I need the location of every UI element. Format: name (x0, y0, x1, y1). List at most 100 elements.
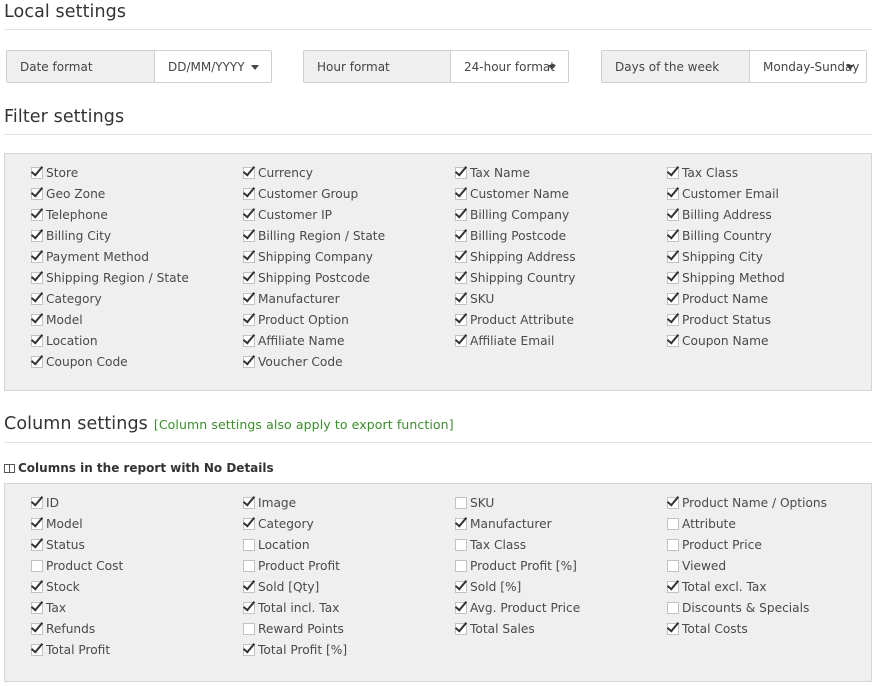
checkbox-checked[interactable] (667, 623, 679, 635)
filter-option[interactable]: Shipping Postcode (243, 271, 370, 285)
filter-option[interactable]: Coupon Name (667, 334, 768, 348)
column-option[interactable]: Sold [Qty] (243, 580, 319, 594)
checkbox-checked[interactable] (243, 314, 255, 326)
checkbox-unchecked[interactable] (667, 539, 679, 551)
checkbox-checked[interactable] (243, 209, 255, 221)
checkbox-unchecked[interactable] (455, 497, 467, 509)
checkbox-checked[interactable] (667, 581, 679, 593)
column-option[interactable]: Model (31, 517, 83, 531)
checkbox-checked[interactable] (31, 518, 43, 530)
checkbox-checked[interactable] (31, 539, 43, 551)
filter-option[interactable]: Model (31, 313, 83, 327)
filter-option[interactable]: Customer Name (455, 187, 569, 201)
checkbox-unchecked[interactable] (243, 539, 255, 551)
column-option[interactable]: Product Profit (243, 559, 340, 573)
filter-option[interactable]: Affiliate Email (455, 334, 554, 348)
column-option[interactable]: Product Price (667, 538, 762, 552)
column-option[interactable]: Total excl. Tax (667, 580, 767, 594)
checkbox-checked[interactable] (31, 272, 43, 284)
checkbox-checked[interactable] (31, 251, 43, 263)
filter-option[interactable]: Telephone (31, 208, 108, 222)
filter-option[interactable]: Geo Zone (31, 187, 105, 201)
filter-option[interactable]: Product Option (243, 313, 349, 327)
filter-option[interactable]: Billing City (31, 229, 111, 243)
filter-option[interactable]: Product Attribute (455, 313, 574, 327)
column-option[interactable]: Stock (31, 580, 80, 594)
column-option[interactable]: Sold [%] (455, 580, 521, 594)
checkbox-checked[interactable] (243, 356, 255, 368)
checkbox-checked[interactable] (455, 335, 467, 347)
filter-option[interactable]: Shipping Region / State (31, 271, 189, 285)
checkbox-unchecked[interactable] (667, 518, 679, 530)
checkbox-checked[interactable] (667, 335, 679, 347)
checkbox-checked[interactable] (243, 272, 255, 284)
checkbox-checked[interactable] (455, 518, 467, 530)
column-option[interactable]: Total incl. Tax (243, 601, 339, 615)
filter-option[interactable]: Payment Method (31, 250, 149, 264)
filter-option[interactable]: Tax Class (667, 166, 738, 180)
checkbox-checked[interactable] (31, 623, 43, 635)
checkbox-checked[interactable] (455, 188, 467, 200)
filter-option[interactable]: Voucher Code (243, 355, 343, 369)
filter-option[interactable]: Billing Region / State (243, 229, 385, 243)
filter-option[interactable]: Coupon Code (31, 355, 128, 369)
column-option[interactable]: SKU (455, 496, 494, 510)
column-option[interactable]: Category (243, 517, 314, 531)
checkbox-checked[interactable] (667, 314, 679, 326)
checkbox-checked[interactable] (31, 314, 43, 326)
column-option[interactable]: Total Profit [%] (243, 643, 347, 657)
column-option[interactable]: Discounts & Specials (667, 601, 809, 615)
column-option[interactable]: Image (243, 496, 296, 510)
checkbox-checked[interactable] (243, 335, 255, 347)
checkbox-checked[interactable] (243, 497, 255, 509)
checkbox-checked[interactable] (667, 188, 679, 200)
checkbox-checked[interactable] (31, 167, 43, 179)
checkbox-checked[interactable] (243, 293, 255, 305)
checkbox-checked[interactable] (31, 644, 43, 656)
checkbox-unchecked[interactable] (243, 623, 255, 635)
checkbox-checked[interactable] (31, 356, 43, 368)
checkbox-checked[interactable] (455, 251, 467, 263)
filter-option[interactable]: SKU (455, 292, 494, 306)
checkbox-unchecked[interactable] (455, 560, 467, 572)
filter-option[interactable]: Affiliate Name (243, 334, 344, 348)
checkbox-unchecked[interactable] (31, 560, 43, 572)
filter-option[interactable]: Shipping Method (667, 271, 785, 285)
checkbox-checked[interactable] (455, 230, 467, 242)
column-option[interactable]: Product Name / Options (667, 496, 827, 510)
column-option[interactable]: Status (31, 538, 85, 552)
checkbox-checked[interactable] (455, 314, 467, 326)
checkbox-checked[interactable] (455, 623, 467, 635)
checkbox-checked[interactable] (667, 209, 679, 221)
filter-option[interactable]: Tax Name (455, 166, 530, 180)
filter-option[interactable]: Manufacturer (243, 292, 340, 306)
filter-option[interactable]: Customer IP (243, 208, 332, 222)
checkbox-checked[interactable] (31, 230, 43, 242)
hour-format-select[interactable]: 24-hour format (451, 51, 568, 82)
filter-option[interactable]: Shipping City (667, 250, 763, 264)
checkbox-checked[interactable] (667, 497, 679, 509)
checkbox-checked[interactable] (455, 167, 467, 179)
checkbox-checked[interactable] (455, 209, 467, 221)
column-option[interactable]: ID (31, 496, 59, 510)
checkbox-checked[interactable] (31, 497, 43, 509)
column-option[interactable]: Total Profit (31, 643, 110, 657)
column-option[interactable]: Product Cost (31, 559, 123, 573)
checkbox-checked[interactable] (243, 602, 255, 614)
checkbox-checked[interactable] (455, 581, 467, 593)
checkbox-checked[interactable] (31, 293, 43, 305)
checkbox-unchecked[interactable] (667, 560, 679, 572)
filter-option[interactable]: Billing Company (455, 208, 569, 222)
checkbox-unchecked[interactable] (667, 602, 679, 614)
filter-option[interactable]: Customer Email (667, 187, 779, 201)
checkbox-checked[interactable] (667, 251, 679, 263)
column-option[interactable]: Tax (31, 601, 66, 615)
checkbox-checked[interactable] (243, 518, 255, 530)
filter-option[interactable]: Shipping Address (455, 250, 576, 264)
column-option[interactable]: Total Sales (455, 622, 535, 636)
filter-option[interactable]: Currency (243, 166, 313, 180)
filter-option[interactable]: Product Name (667, 292, 768, 306)
checkbox-unchecked[interactable] (243, 560, 255, 572)
checkbox-checked[interactable] (243, 644, 255, 656)
column-option[interactable]: Refunds (31, 622, 95, 636)
